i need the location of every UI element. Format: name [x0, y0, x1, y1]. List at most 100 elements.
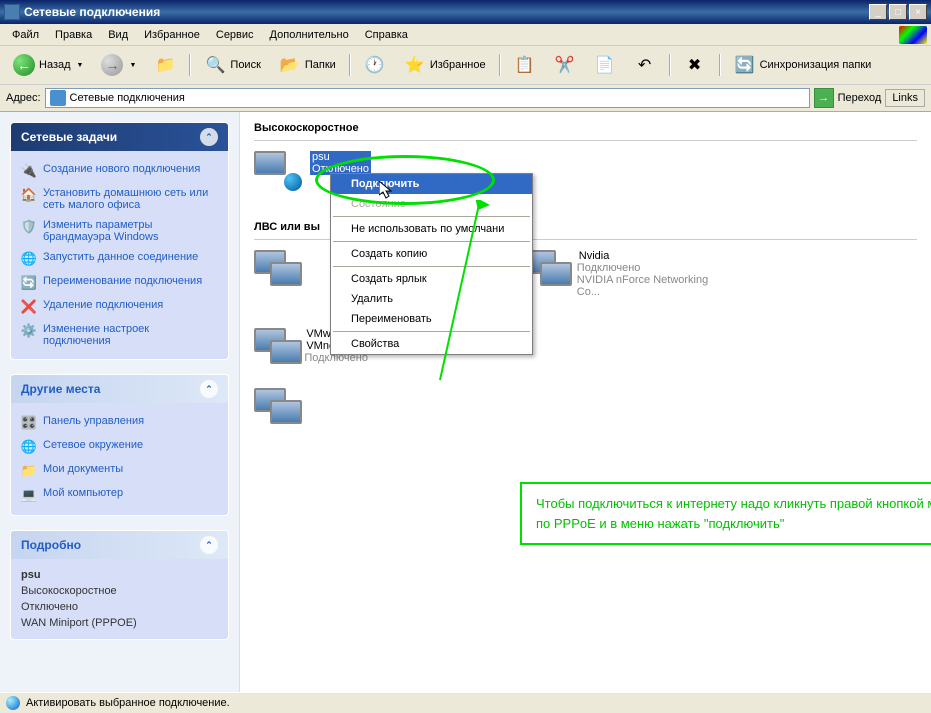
other-places-panel: Другие места ⌃ 🎛️Панель управления 🌐Сете…: [10, 374, 229, 516]
home-network-icon: 🏠: [21, 187, 37, 203]
toolbar: ← Назад ▼ → ▼ 📁 🔍 Поиск 📂 Папки 🕐 ⭐ Избр…: [0, 46, 931, 85]
statusbar: Активировать выбранное подключение.: [0, 692, 931, 713]
separator: [499, 54, 501, 76]
copy-button[interactable]: 📋: [507, 50, 543, 80]
separator: [189, 54, 191, 76]
annotation-box: Чтобы подключиться к интернету надо клик…: [520, 482, 931, 545]
address-input[interactable]: Сетевые подключения: [45, 88, 810, 108]
place-documents[interactable]: 📁Мои документы: [21, 459, 218, 483]
task-settings[interactable]: ⚙️Изменение настроек подключения: [21, 319, 218, 351]
details-header[interactable]: Подробно ⌃: [11, 531, 228, 559]
back-arrow-icon: ←: [13, 54, 35, 76]
ctx-properties[interactable]: Свойства: [331, 334, 532, 354]
ctx-rename[interactable]: Переименовать: [331, 309, 532, 329]
go-button[interactable]: →: [814, 88, 834, 108]
task-start-connection[interactable]: 🌐Запустить данное соединение: [21, 247, 218, 271]
chevron-up-icon: ⌃: [200, 128, 218, 146]
ctx-connect[interactable]: Подключить: [331, 174, 532, 194]
dropdown-icon: ▼: [129, 62, 136, 69]
close-button[interactable]: ×: [909, 4, 927, 20]
connection-nvidia[interactable]: Nvidia Подключено NVIDIA nForce Networki…: [524, 250, 724, 298]
undo-button[interactable]: ↶: [627, 50, 663, 80]
place-network[interactable]: 🌐Сетевое окружение: [21, 435, 218, 459]
app-icon: [4, 4, 20, 20]
forward-arrow-icon: →: [101, 54, 123, 76]
status-icon: [6, 696, 20, 710]
lan-row-2: [254, 388, 917, 428]
cut-button[interactable]: ✂️: [547, 50, 583, 80]
menu-file[interactable]: Файл: [4, 27, 47, 43]
other-places-header[interactable]: Другие места ⌃: [11, 375, 228, 403]
task-home-network[interactable]: 🏠Установить домашнюю сеть или сеть малог…: [21, 183, 218, 215]
menu-help[interactable]: Справка: [357, 27, 416, 43]
ctx-delete[interactable]: Удалить: [331, 289, 532, 309]
address-text: Сетевые подключения: [70, 92, 185, 104]
forward-button[interactable]: → ▼: [94, 50, 143, 80]
task-new-connection[interactable]: 🔌Создание нового подключения: [21, 159, 218, 183]
ctx-separator: [333, 241, 530, 242]
other-places-body: 🎛️Панель управления 🌐Сетевое окружение 📁…: [11, 403, 228, 515]
ctx-not-default[interactable]: Не использовать по умолчани: [331, 219, 532, 239]
task-rename[interactable]: 🔄Переименование подключения: [21, 271, 218, 295]
menu-favorites[interactable]: Избранное: [136, 27, 208, 43]
windows-flag-icon: [899, 26, 927, 44]
address-label: Адрес:: [6, 92, 41, 104]
ctx-separator: [333, 331, 530, 332]
menu-edit[interactable]: Правка: [47, 27, 100, 43]
titlebar: Сетевые подключения _ □ ×: [0, 0, 931, 24]
connection-icon: [254, 328, 296, 368]
window-controls: _ □ ×: [869, 4, 927, 20]
start-icon: 🌐: [21, 251, 37, 267]
go-label: Переход: [838, 92, 882, 104]
connection-local-1[interactable]: [254, 250, 314, 298]
detail-device: WAN Miniport (PPPOE): [21, 615, 218, 631]
divider: [254, 140, 917, 141]
folder-up-icon: 📁: [154, 54, 176, 76]
folders-icon: 📂: [279, 54, 301, 76]
panel-title: Подробно: [21, 538, 81, 552]
chevron-up-icon: ⌃: [200, 380, 218, 398]
delete-icon: ❌: [21, 299, 37, 315]
conn-name: psu: [310, 151, 371, 163]
task-delete[interactable]: ❌Удаление подключения: [21, 295, 218, 319]
ctx-copy[interactable]: Создать копию: [331, 244, 532, 264]
history-button[interactable]: 🕐: [357, 50, 393, 80]
paste-button[interactable]: 📄: [587, 50, 623, 80]
chevron-up-icon: ⌃: [200, 536, 218, 554]
ctx-shortcut[interactable]: Создать ярлык: [331, 269, 532, 289]
favorites-button[interactable]: ⭐ Избранное: [397, 50, 493, 80]
details-body: psu Высокоскоростное Отключено WAN Minip…: [11, 559, 228, 639]
connection-local-2[interactable]: [254, 388, 314, 428]
menubar: Файл Правка Вид Избранное Сервис Дополни…: [0, 24, 931, 46]
sync-button[interactable]: 🔄 Синхронизация папки: [727, 50, 879, 80]
ctx-separator: [333, 216, 530, 217]
place-control-panel[interactable]: 🎛️Панель управления: [21, 411, 218, 435]
context-menu: Подключить Состояние Не использовать по …: [330, 173, 533, 355]
folders-button[interactable]: 📂 Папки: [272, 50, 343, 80]
connection-icon: [254, 151, 302, 191]
task-firewall[interactable]: 🛡️Изменить параметры брандмауэра Windows: [21, 215, 218, 247]
back-button[interactable]: ← Назад ▼: [6, 50, 90, 80]
favorites-label: Избранное: [430, 59, 486, 71]
detail-status: Отключено: [21, 599, 218, 615]
delete-button[interactable]: ✖: [677, 50, 713, 80]
ctx-status: Состояние: [331, 194, 532, 214]
sync-icon: 🔄: [734, 54, 756, 76]
links-button[interactable]: Links: [885, 89, 925, 107]
cut-icon: ✂️: [554, 54, 576, 76]
up-button[interactable]: 📁: [147, 50, 183, 80]
detail-name: psu: [21, 567, 218, 583]
place-computer[interactable]: 💻Мой компьютер: [21, 483, 218, 507]
back-label: Назад: [39, 59, 71, 71]
network-tasks-header[interactable]: Сетевые задачи ⌃: [11, 123, 228, 151]
search-icon: 🔍: [204, 54, 226, 76]
maximize-button[interactable]: □: [889, 4, 907, 20]
location-icon: [50, 90, 66, 106]
new-connection-icon: 🔌: [21, 163, 37, 179]
menu-extra[interactable]: Дополнительно: [262, 27, 357, 43]
addressbar: Адрес: Сетевые подключения → Переход Lin…: [0, 85, 931, 112]
menu-tools[interactable]: Сервис: [208, 27, 262, 43]
search-button[interactable]: 🔍 Поиск: [197, 50, 267, 80]
menu-view[interactable]: Вид: [100, 27, 136, 43]
minimize-button[interactable]: _: [869, 4, 887, 20]
